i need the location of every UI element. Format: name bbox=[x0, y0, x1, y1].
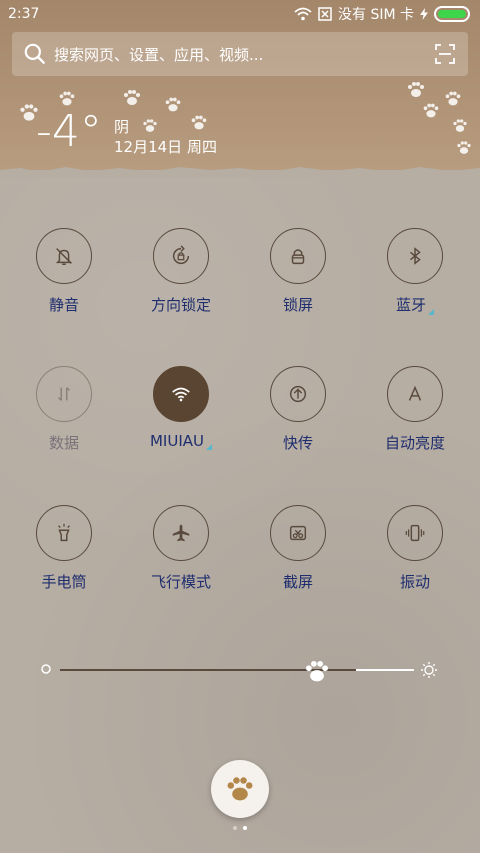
mobile-data-button[interactable] bbox=[36, 366, 92, 422]
toggle-label: 静音 bbox=[48, 296, 79, 314]
toggle-screenshot[interactable]: 截屏 bbox=[243, 505, 353, 605]
paw-decoration-icon bbox=[445, 91, 461, 106]
auto-brightness-icon bbox=[408, 385, 422, 401]
paw-decoration-icon bbox=[457, 141, 471, 154]
lock-screen-button[interactable] bbox=[270, 228, 326, 284]
page-dot-active bbox=[243, 826, 247, 830]
torn-edge bbox=[0, 167, 480, 178]
brightness-thumb-paw-icon[interactable] bbox=[302, 657, 332, 687]
page-indicator bbox=[230, 826, 250, 832]
paw-decoration-icon bbox=[423, 103, 439, 118]
screenshot-button[interactable] bbox=[270, 505, 326, 561]
wifi-icon bbox=[294, 7, 312, 21]
mute-bell-icon bbox=[55, 248, 73, 265]
quick-transfer-icon bbox=[289, 385, 307, 403]
status-icons: 没有 SIM 卡 bbox=[294, 4, 470, 24]
wifi-icon bbox=[172, 387, 190, 402]
brightness-track-empty bbox=[356, 669, 414, 671]
weather-date: 12月14日 周四 bbox=[114, 138, 217, 156]
toggle-label: 方向锁定 bbox=[150, 296, 211, 314]
paw-decoration-icon bbox=[453, 119, 467, 132]
toggle-quick-transfer[interactable]: 快传 bbox=[243, 366, 353, 466]
toggle-label: 自动亮度 bbox=[384, 434, 445, 452]
vibrate-button[interactable] bbox=[387, 505, 443, 561]
carrier-text: 没有 SIM 卡 bbox=[338, 7, 414, 23]
mobile-data-icon bbox=[57, 387, 71, 401]
quick-transfer-button[interactable] bbox=[270, 366, 326, 422]
toggle-label: 锁屏 bbox=[282, 296, 313, 314]
brightness-slider[interactable] bbox=[40, 648, 450, 692]
rotation-lock-icon bbox=[172, 245, 190, 265]
status-time: 2:37 bbox=[8, 6, 40, 22]
brightness-high-icon bbox=[421, 662, 437, 678]
airplane-icon bbox=[172, 524, 190, 542]
mute-button[interactable] bbox=[36, 228, 92, 284]
toggle-rotation-lock[interactable]: 方向锁定 bbox=[126, 228, 236, 328]
toggle-airplane-mode[interactable]: 飞行模式 bbox=[126, 505, 236, 605]
toggle-label: 截屏 bbox=[282, 573, 313, 591]
toggle-bluetooth[interactable]: 蓝牙 bbox=[360, 228, 470, 328]
toggle-mobile-data[interactable]: 数据 bbox=[9, 366, 119, 466]
weather-condition: 阴 bbox=[114, 118, 130, 136]
paw-decoration-icon bbox=[408, 82, 424, 97]
scan-icon[interactable] bbox=[434, 43, 456, 65]
charging-bolt-icon bbox=[420, 8, 428, 20]
toggle-wifi[interactable]: MIUIAU bbox=[126, 366, 236, 466]
toggle-label: 蓝牙 bbox=[360, 294, 470, 315]
search-icon bbox=[24, 43, 45, 64]
paw-decoration-icon bbox=[124, 90, 140, 105]
toggle-vibrate[interactable]: 振动 bbox=[360, 505, 470, 605]
toggle-label: 数据 bbox=[48, 434, 79, 452]
paw-button[interactable] bbox=[211, 760, 269, 818]
expand-indicator-icon bbox=[428, 309, 434, 315]
screenshot-icon bbox=[289, 525, 307, 541]
vibrate-icon bbox=[405, 524, 425, 542]
paw-decoration-icon bbox=[165, 97, 181, 112]
toggle-lock-screen[interactable]: 锁屏 bbox=[243, 228, 353, 328]
sim-icon bbox=[318, 7, 332, 21]
paw-icon bbox=[227, 777, 253, 801]
search-bar[interactable]: 搜索网页、设置、应用、视频... bbox=[12, 32, 468, 76]
flashlight-button[interactable] bbox=[36, 505, 92, 561]
bluetooth-icon bbox=[409, 247, 421, 265]
brightness-low-icon bbox=[41, 664, 51, 674]
flashlight-icon bbox=[58, 523, 70, 542]
weather-temperature: -4° bbox=[36, 106, 102, 157]
rotation-lock-button[interactable] bbox=[153, 228, 209, 284]
battery-icon bbox=[434, 6, 470, 22]
auto-brightness-button[interactable] bbox=[387, 366, 443, 422]
lock-icon bbox=[291, 249, 305, 265]
toggle-label: 飞行模式 bbox=[150, 573, 211, 591]
airplane-mode-button[interactable] bbox=[153, 505, 209, 561]
search-input[interactable]: 搜索网页、设置、应用、视频... bbox=[54, 44, 434, 65]
toggle-label: 振动 bbox=[399, 573, 430, 591]
toggle-flashlight[interactable]: 手电筒 bbox=[9, 505, 119, 605]
toggle-label: 快传 bbox=[282, 434, 313, 452]
status-bar: 2:37 没有 SIM 卡 bbox=[0, 0, 480, 28]
toggle-mute[interactable]: 静音 bbox=[9, 228, 119, 328]
expand-indicator-icon bbox=[206, 444, 212, 450]
toggle-label: MIUIAU bbox=[126, 432, 236, 450]
paw-decoration-icon bbox=[191, 115, 207, 130]
toggle-label: 手电筒 bbox=[41, 573, 87, 591]
wifi-button[interactable] bbox=[153, 366, 209, 422]
page-dot bbox=[233, 826, 237, 830]
toggle-auto-brightness[interactable]: 自动亮度 bbox=[360, 366, 470, 466]
bluetooth-button[interactable] bbox=[387, 228, 443, 284]
paw-decoration-icon bbox=[143, 119, 157, 132]
